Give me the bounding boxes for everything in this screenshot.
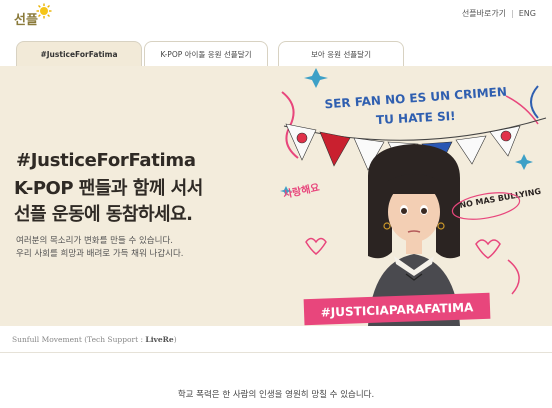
sunfull-shortcut-link[interactable]: 선플바로가기 [462, 8, 506, 19]
hero-banner: #JusticeForFatima K-POP 팬들과 함께 서서 선플 운동에… [0, 66, 552, 326]
fatima-illustration: SER FAN NO ES UN CRIMEN TU HATE SI! 사랑해요… [280, 68, 547, 326]
note-love: 사랑해요 [282, 181, 321, 201]
tab-kpop-idol-support[interactable]: K-POP 아이돌 응원 선플달기 [144, 41, 268, 66]
tab-boa-support[interactable]: 보아 응원 선플달기 [278, 41, 404, 66]
livere-brand[interactable]: LiveRe [145, 335, 173, 344]
banner-sub-line1: 여러분의 목소리가 변화를 만들 수 있습니다. [16, 236, 173, 246]
sun-icon [36, 3, 52, 19]
link-separator: | [511, 9, 514, 18]
banner-slogan-bottom: TU HATE SI! [376, 109, 456, 127]
credit-prefix: Sunfull Movement (Tech Support : [12, 335, 146, 344]
banner-slogan-top: SER FAN NO ES UN CRIMEN [324, 85, 507, 112]
section-divider [0, 352, 552, 353]
banner-headline-line1: K-POP 팬들과 함께 서서 [14, 178, 203, 199]
top-links: 선플바로가기 | ENG [462, 8, 536, 19]
heart-icon [305, 237, 501, 259]
school-violence-message: 학교 폭력은 한 사람의 인생을 영원히 망칠 수 있습니다. [177, 390, 375, 400]
banner-headline-line2: 선플 운동에 동참하세요. [14, 204, 193, 225]
credit-suffix: ) [173, 335, 177, 344]
tech-support-credit: Sunfull Movement (Tech Support : LiveRe) [12, 335, 177, 344]
english-link[interactable]: ENG [519, 9, 536, 18]
tab-justice-for-fatima[interactable]: #JusticeForFatima [16, 41, 142, 66]
sunfull-logo[interactable]: 선플 [14, 3, 54, 29]
logo-text: 선플 [14, 13, 38, 28]
banner-sub-line2: 우리 사회를 희망과 배려로 가득 채워 나갑시다. [16, 249, 184, 259]
banner-hashtag: #JusticeForFatima [16, 150, 196, 171]
note-no-bullying: NO MAS BULLYING [459, 187, 542, 210]
